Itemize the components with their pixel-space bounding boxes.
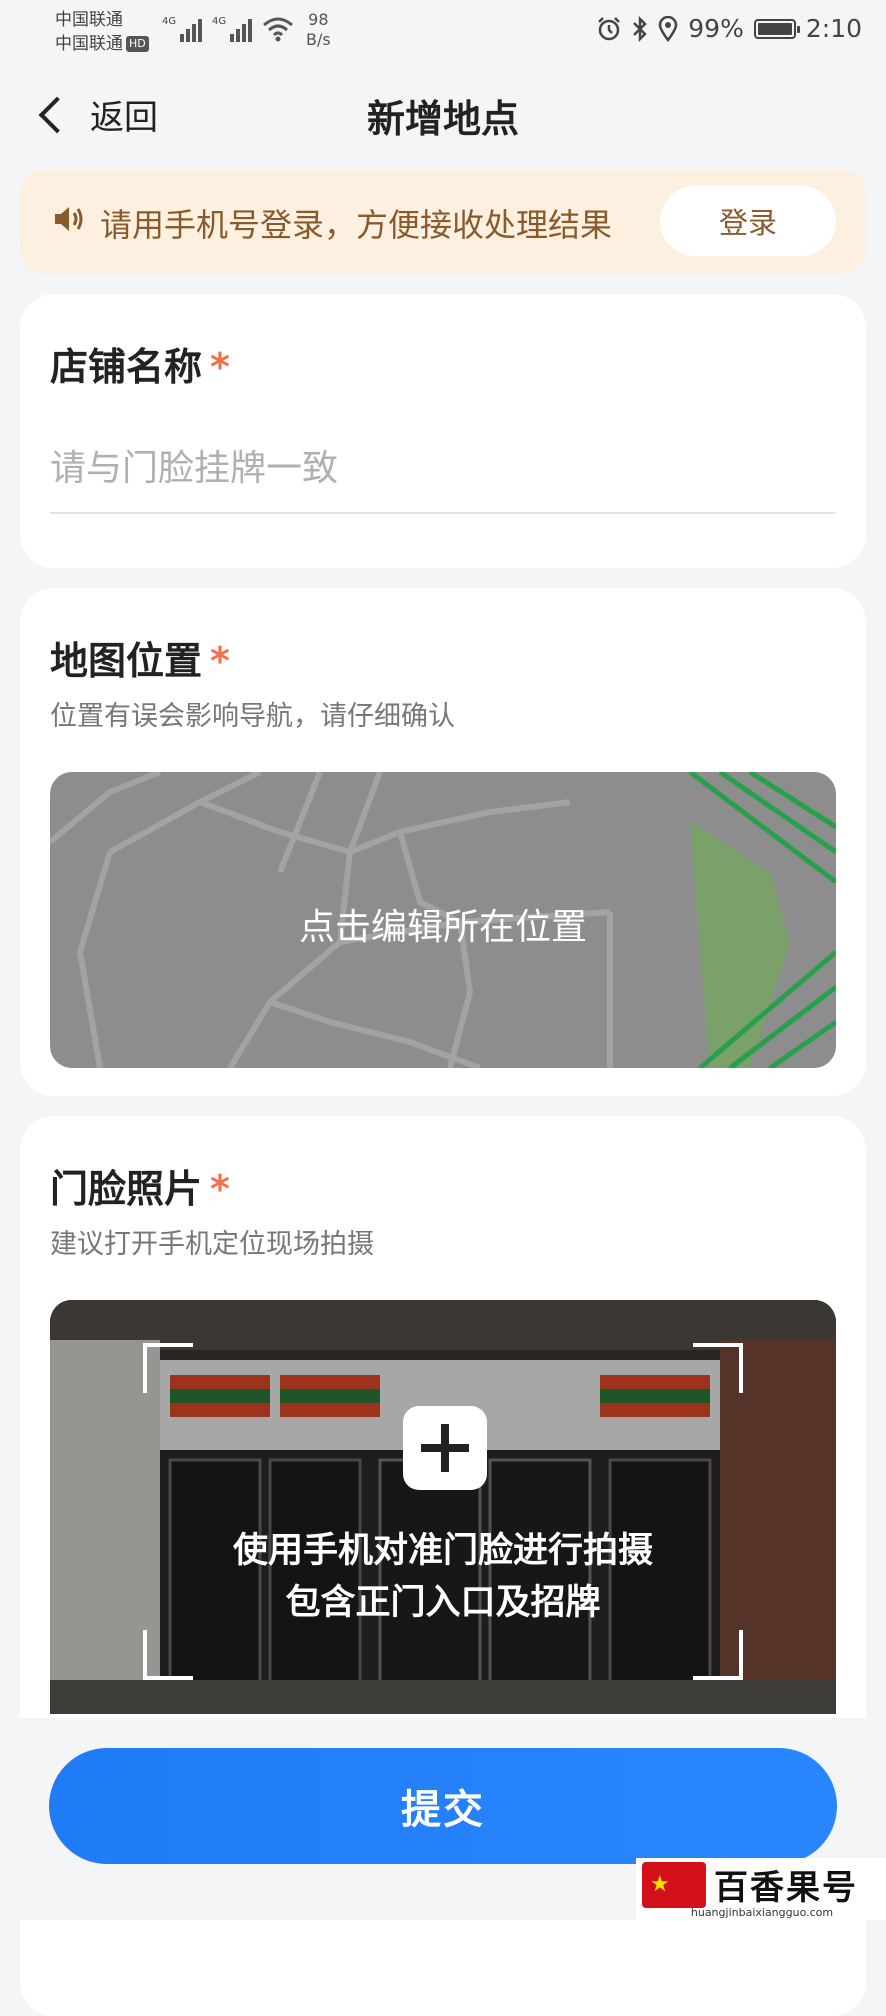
photo-instruction-1: 使用手机对准门脸进行拍摄 xyxy=(232,1531,653,1571)
battery-percent: 99% xyxy=(688,14,744,43)
map-location-label-text: 地图位置 xyxy=(50,639,203,683)
speed-unit: B/s xyxy=(306,30,331,49)
carrier-2: 中国联通 xyxy=(55,34,123,54)
submit-button[interactable]: 提交 xyxy=(49,1748,837,1864)
clock: 2:10 xyxy=(805,14,862,43)
alarm-icon xyxy=(598,16,621,40)
network-type-2: 4G xyxy=(212,16,227,27)
photo-instruction-2: 包含正门入口及招牌 xyxy=(285,1583,601,1623)
speaker-icon xyxy=(55,207,83,231)
photo-capture-area[interactable]: 使用手机对准门脸进行拍摄 包含正门入口及招牌 xyxy=(50,1300,836,1714)
page-title: 新增地点 xyxy=(366,97,519,141)
map-edit-text: 点击编辑所在位置 xyxy=(298,907,587,948)
frame-corner-bottom-left xyxy=(143,1630,193,1680)
carrier-info: 中国联通 中国联通 HD xyxy=(55,8,149,56)
frame-corner-top-right xyxy=(693,1343,743,1393)
bluetooth-icon xyxy=(633,15,648,42)
store-name-card: 店铺名称 * xyxy=(20,294,866,568)
storefront-photo-hint: 建议打开手机定位现场拍摄 xyxy=(50,1229,374,1260)
signal-icon: 4G xyxy=(162,16,203,42)
frame-corner-top-left xyxy=(143,1343,193,1393)
map-preview[interactable]: 点击编辑所在位置 xyxy=(50,772,836,1068)
wifi-icon xyxy=(263,17,293,42)
add-photo-button[interactable] xyxy=(403,1406,487,1490)
storefront-photo-label-text: 门脸照片 xyxy=(50,1167,203,1211)
watermark-name: 百香果号 xyxy=(714,1868,858,1908)
status-bar: 中国联通 中国联通 HD 4G 4G 98 B/s 99% 2:10 xyxy=(0,0,886,60)
notice-text: 请用手机号登录，方便接收处理结果 xyxy=(100,206,613,244)
network-type-1: 4G xyxy=(162,16,177,27)
storefront-photo-label: 门脸照片 * xyxy=(50,1158,230,1213)
hd-badge: HD xyxy=(126,36,149,52)
frame-corner-bottom-right xyxy=(693,1630,743,1680)
watermark: ★ 百香果号 huangjinbaixiangguo.com xyxy=(636,1858,886,1920)
required-mark: * xyxy=(210,345,230,389)
speed-value: 98 xyxy=(308,10,329,29)
watermark-url: huangjinbaixiangguo.com xyxy=(690,1906,834,1919)
required-mark: * xyxy=(210,639,230,683)
battery-icon xyxy=(753,18,800,39)
login-button[interactable]: 登录 xyxy=(660,186,836,256)
status-right: 99% 2:10 xyxy=(596,14,862,43)
map-location-card: 地图位置 * 位置有误会影响导航，请仔细确认 点击编辑所在位置 xyxy=(20,588,866,1096)
map-location-hint: 位置有误会影响导航，请仔细确认 xyxy=(50,701,455,732)
login-notice-banner: 请用手机号登录，方便接收处理结果 登录 xyxy=(20,170,866,274)
signal-icon-2: 4G xyxy=(212,16,253,42)
store-name-input[interactable] xyxy=(50,424,836,514)
required-mark: * xyxy=(210,1167,230,1211)
store-name-label-text: 店铺名称 xyxy=(50,345,203,389)
location-icon xyxy=(659,15,678,42)
watermark-logo: ★ xyxy=(642,1862,706,1908)
carrier-1: 中国联通 xyxy=(55,10,123,30)
store-name-label: 店铺名称 * xyxy=(50,336,230,391)
network-speed: 98 B/s xyxy=(306,10,331,50)
map-location-label: 地图位置 * xyxy=(50,630,230,685)
